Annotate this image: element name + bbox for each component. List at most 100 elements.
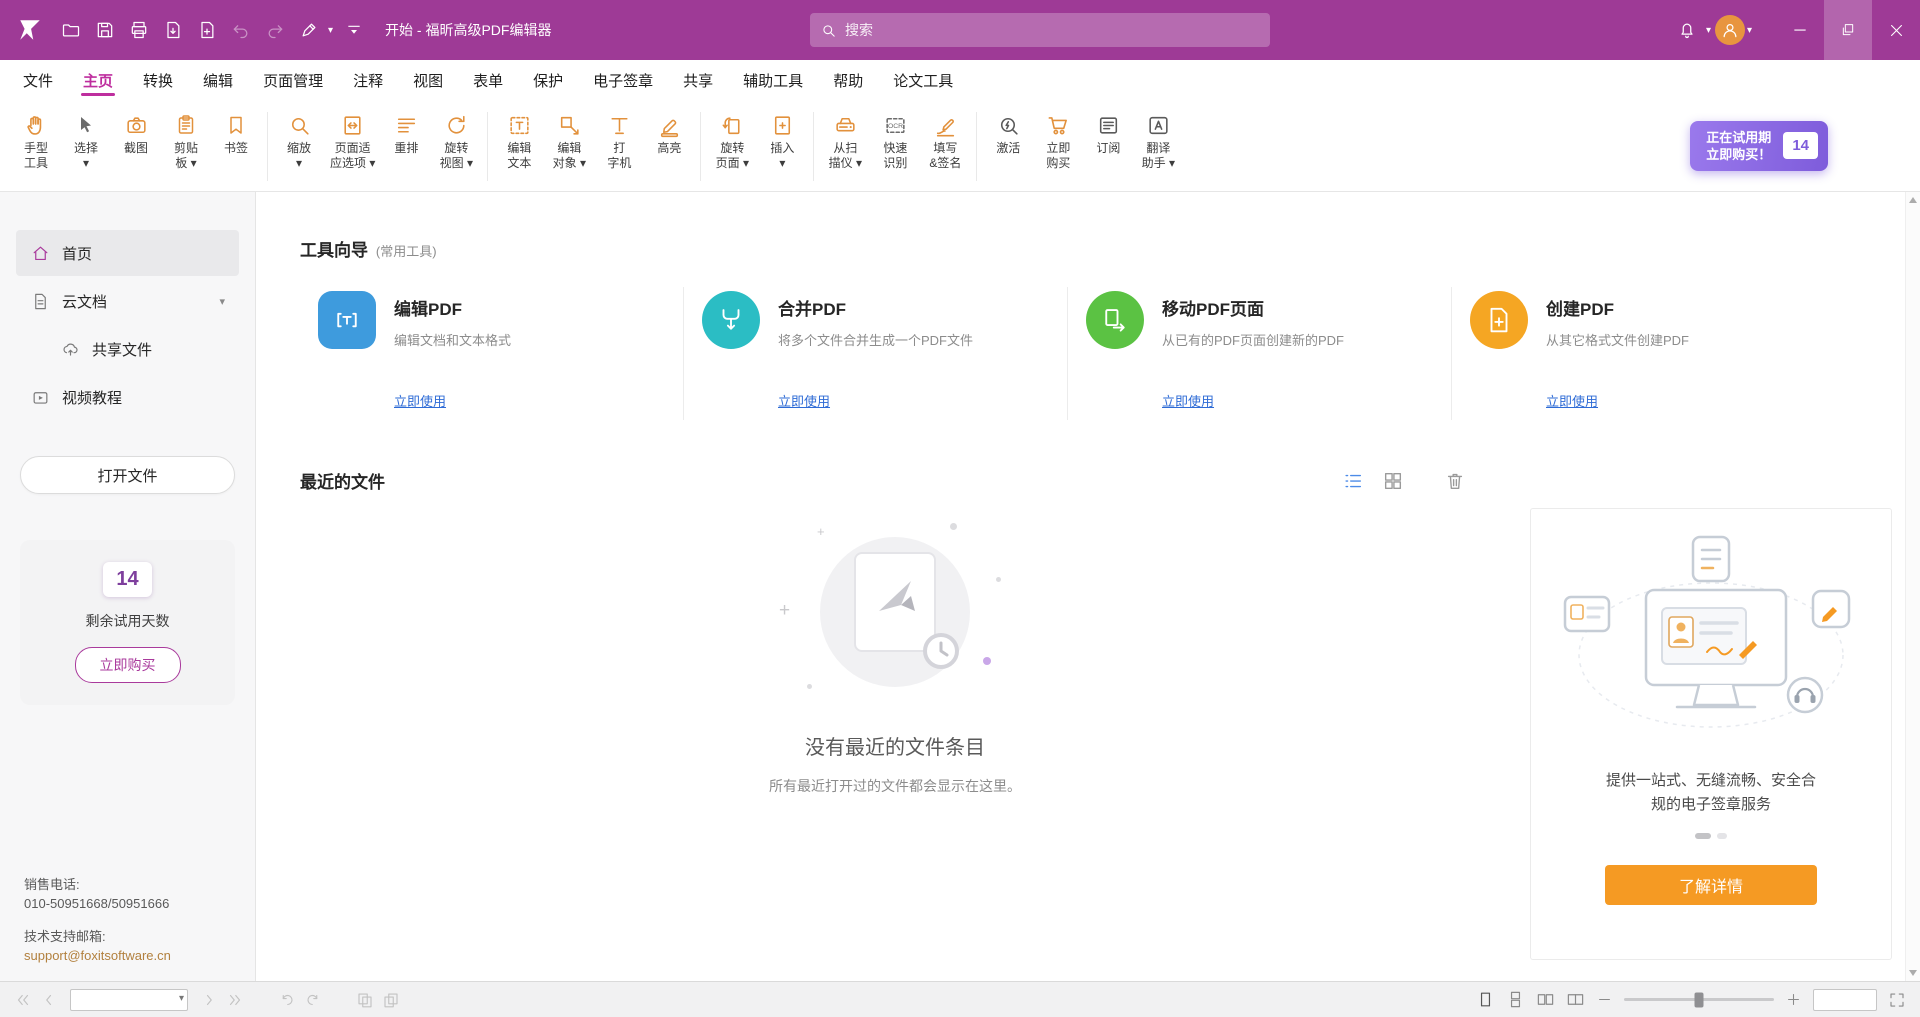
open-file-button[interactable]: 打开文件 [20, 456, 235, 494]
save-icon[interactable] [88, 13, 122, 47]
use-now-link[interactable]: 立即使用 [778, 391, 830, 410]
zoom-percent-box[interactable] [1813, 989, 1877, 1011]
next-page-icon[interactable] [200, 991, 218, 1009]
account-chevron-icon[interactable]: ▾ [1747, 25, 1752, 36]
ribbon-buy-now[interactable]: 立即购买 [1034, 106, 1082, 174]
tile-pages-icon[interactable] [356, 991, 374, 1009]
sidebar-item-shared-files[interactable]: 共享文件 [16, 326, 239, 372]
ribbon-reflow[interactable]: 重排 [382, 106, 430, 159]
first-page-icon[interactable] [14, 991, 32, 1009]
zoom-in-icon[interactable] [1785, 991, 1802, 1008]
menu-tab-paper-tools[interactable]: 论文工具 [878, 60, 968, 100]
card-merge-pdf[interactable]: 合并PDF 将多个文件合并生成一个PDF文件 立即使用 [683, 287, 1067, 420]
ribbon-clipboard[interactable]: 剪贴板 ▾ [162, 106, 210, 174]
previous-view-icon[interactable] [278, 991, 296, 1009]
zoom-slider[interactable] [1624, 998, 1774, 1001]
menu-tab-edit[interactable]: 编辑 [188, 60, 248, 100]
search-bar[interactable] [810, 13, 1270, 47]
ribbon-fill-sign[interactable]: 填写&签名 [921, 106, 969, 174]
menu-tab-help[interactable]: 帮助 [818, 60, 878, 100]
ribbon-subscribe[interactable]: 订阅 [1084, 106, 1132, 159]
menu-tab-esign[interactable]: 电子签章 [578, 60, 668, 100]
menu-tab-home[interactable]: 主页 [68, 60, 128, 100]
previous-page-icon[interactable] [40, 991, 58, 1009]
trash-icon[interactable] [1444, 470, 1466, 492]
use-now-link[interactable]: 立即使用 [394, 391, 446, 410]
esign-chevron-icon[interactable]: ▾ [328, 25, 333, 36]
bell-chevron-icon[interactable]: ▾ [1706, 25, 1711, 36]
support-email-link[interactable]: support@foxitsoftware.cn [24, 946, 231, 965]
ribbon-insert-pages[interactable]: 插入▾ [758, 106, 806, 174]
page-number-input[interactable] [70, 989, 188, 1011]
ribbon-hand-tool[interactable]: 手型工具 [12, 106, 60, 174]
menu-tab-view[interactable]: 视图 [398, 60, 458, 100]
grid-view-icon[interactable] [1382, 470, 1404, 492]
menu-tab-form[interactable]: 表单 [458, 60, 518, 100]
menu-tab-page-organize[interactable]: 页面管理 [248, 60, 338, 100]
ribbon-zoom[interactable]: 缩放▾ [275, 106, 323, 174]
ribbon-bookmark[interactable]: 书签 [212, 106, 260, 159]
learn-more-button[interactable]: 了解详情 [1605, 865, 1817, 905]
list-view-icon[interactable] [1342, 470, 1364, 492]
ribbon-rotate-pages[interactable]: 旋转页面 ▾ [708, 106, 756, 174]
buy-now-button[interactable]: 立即购买 [75, 647, 181, 683]
ribbon-edit-text[interactable]: 编辑文本 [495, 106, 543, 174]
cloud-docs-chevron-icon[interactable]: ▾ [219, 295, 225, 308]
esign-quick-icon[interactable] [292, 13, 326, 47]
ribbon-snapshot[interactable]: 截图 [112, 106, 160, 159]
sidebar-item-cloud-docs[interactable]: 云文档 ▾ [16, 278, 239, 324]
menu-tab-share[interactable]: 共享 [668, 60, 728, 100]
scroll-up-arrow-icon[interactable] [1909, 197, 1917, 203]
undo-icon[interactable] [224, 13, 258, 47]
carousel-dot[interactable] [1717, 833, 1727, 839]
notifications-bell-icon[interactable] [1670, 13, 1704, 47]
ribbon-rotate-view[interactable]: 旋转视图 ▾ [432, 106, 480, 174]
close-button[interactable] [1872, 0, 1920, 60]
menu-tab-comment[interactable]: 注释 [338, 60, 398, 100]
page-box-chevron-icon[interactable]: ▾ [179, 993, 184, 1004]
restore-button[interactable] [1824, 0, 1872, 60]
ribbon-fit-options[interactable]: 页面适应选项 ▾ [325, 106, 380, 174]
create-pdf-icon[interactable] [190, 13, 224, 47]
sidebar-item-video-tutorials[interactable]: 视频教程 [16, 374, 239, 420]
redo-icon[interactable] [258, 13, 292, 47]
vertical-scrollbar[interactable] [1905, 192, 1920, 981]
card-create-pdf[interactable]: 创建PDF 从其它格式文件创建PDF 立即使用 [1451, 287, 1835, 420]
continuous-view-icon[interactable] [1506, 990, 1525, 1009]
page-number-box[interactable]: ▾ [70, 989, 188, 1011]
search-input[interactable] [845, 22, 1260, 38]
print-icon[interactable] [122, 13, 156, 47]
menu-tab-convert[interactable]: 转换 [128, 60, 188, 100]
ribbon-typewriter[interactable]: 打字机 [595, 106, 643, 174]
export-pdf-icon[interactable] [156, 13, 190, 47]
minimize-button[interactable] [1776, 0, 1824, 60]
open-file-icon[interactable] [54, 13, 88, 47]
ribbon-activate[interactable]: 激活 [984, 106, 1032, 159]
book-view-icon[interactable] [1566, 990, 1585, 1009]
ribbon-from-scanner[interactable]: 从扫描仪 ▾ [821, 106, 869, 174]
scroll-down-arrow-icon[interactable] [1909, 970, 1917, 976]
zoom-slider-thumb[interactable] [1695, 992, 1704, 1007]
ribbon-edit-object[interactable]: 编辑对象 ▾ [545, 106, 593, 174]
customize-toolbar-icon[interactable] [337, 13, 371, 47]
ribbon-select[interactable]: 选择▾ [62, 106, 110, 174]
sidebar-item-home[interactable]: 首页 [16, 230, 239, 276]
use-now-link[interactable]: 立即使用 [1546, 391, 1598, 410]
card-move-pdf-pages[interactable]: 移动PDF页面 从已有的PDF页面创建新的PDF 立即使用 [1067, 287, 1451, 420]
facing-view-icon[interactable] [1536, 990, 1555, 1009]
menu-tab-file[interactable]: 文件 [8, 60, 68, 100]
carousel-dots[interactable] [1695, 833, 1727, 839]
ribbon-translate-assistant[interactable]: 翻译助手 ▾ [1134, 106, 1182, 174]
user-avatar[interactable] [1715, 15, 1745, 45]
menu-tab-protect[interactable]: 保护 [518, 60, 578, 100]
carousel-dot-active[interactable] [1695, 833, 1711, 839]
menu-tab-accessibility[interactable]: 辅助工具 [728, 60, 818, 100]
card-edit-pdf[interactable]: 编辑PDF 编辑文档和文本格式 立即使用 [300, 287, 683, 420]
ribbon-highlight[interactable]: 高亮 [645, 106, 693, 159]
fullscreen-icon[interactable] [1888, 991, 1906, 1009]
trial-period-badge[interactable]: 正在试用期 立即购买！ 14 [1690, 121, 1828, 171]
tile-pages-alt-icon[interactable] [382, 991, 400, 1009]
use-now-link[interactable]: 立即使用 [1162, 391, 1214, 410]
zoom-out-icon[interactable] [1596, 991, 1613, 1008]
single-page-view-icon[interactable] [1476, 990, 1495, 1009]
